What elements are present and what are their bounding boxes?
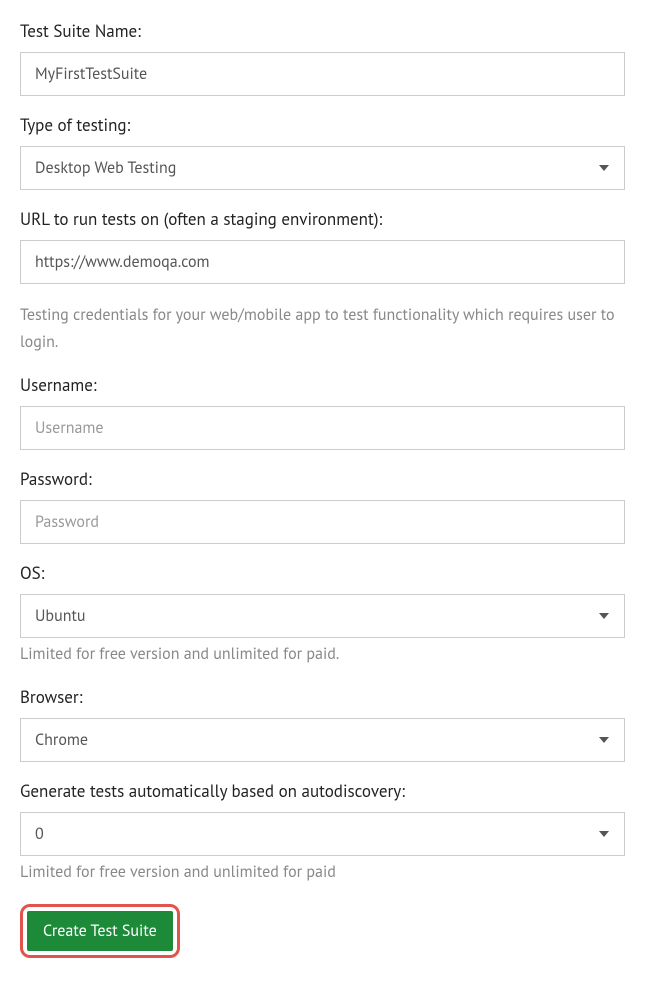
password-input[interactable] xyxy=(20,500,625,544)
os-select-wrap: Ubuntu xyxy=(20,594,625,638)
username-label: Username: xyxy=(20,374,625,396)
submit-highlight: Create Test Suite xyxy=(20,904,180,958)
credentials-info-text: Testing credentials for your web/mobile … xyxy=(20,302,625,356)
browser-select[interactable]: Chrome xyxy=(20,718,625,762)
autodiscovery-label: Generate tests automatically based on au… xyxy=(20,780,625,802)
autodiscovery-help-text: Limited for free version and unlimited f… xyxy=(20,860,625,886)
browser-select-wrap: Chrome xyxy=(20,718,625,762)
os-select[interactable]: Ubuntu xyxy=(20,594,625,638)
type-of-testing-label: Type of testing: xyxy=(20,114,625,136)
autodiscovery-select-wrap: 0 xyxy=(20,812,625,856)
os-label: OS: xyxy=(20,562,625,584)
url-label: URL to run tests on (often a staging env… xyxy=(20,208,625,230)
os-help-text: Limited for free version and unlimited f… xyxy=(20,642,625,668)
username-input[interactable] xyxy=(20,406,625,450)
password-label: Password: xyxy=(20,468,625,490)
create-test-suite-button[interactable]: Create Test Suite xyxy=(27,911,173,951)
test-suite-name-input[interactable] xyxy=(20,52,625,96)
autodiscovery-select[interactable]: 0 xyxy=(20,812,625,856)
type-of-testing-select-wrap: Desktop Web Testing xyxy=(20,146,625,190)
browser-label: Browser: xyxy=(20,686,625,708)
type-of-testing-select[interactable]: Desktop Web Testing xyxy=(20,146,625,190)
url-input[interactable] xyxy=(20,240,625,284)
test-suite-name-label: Test Suite Name: xyxy=(20,20,625,42)
